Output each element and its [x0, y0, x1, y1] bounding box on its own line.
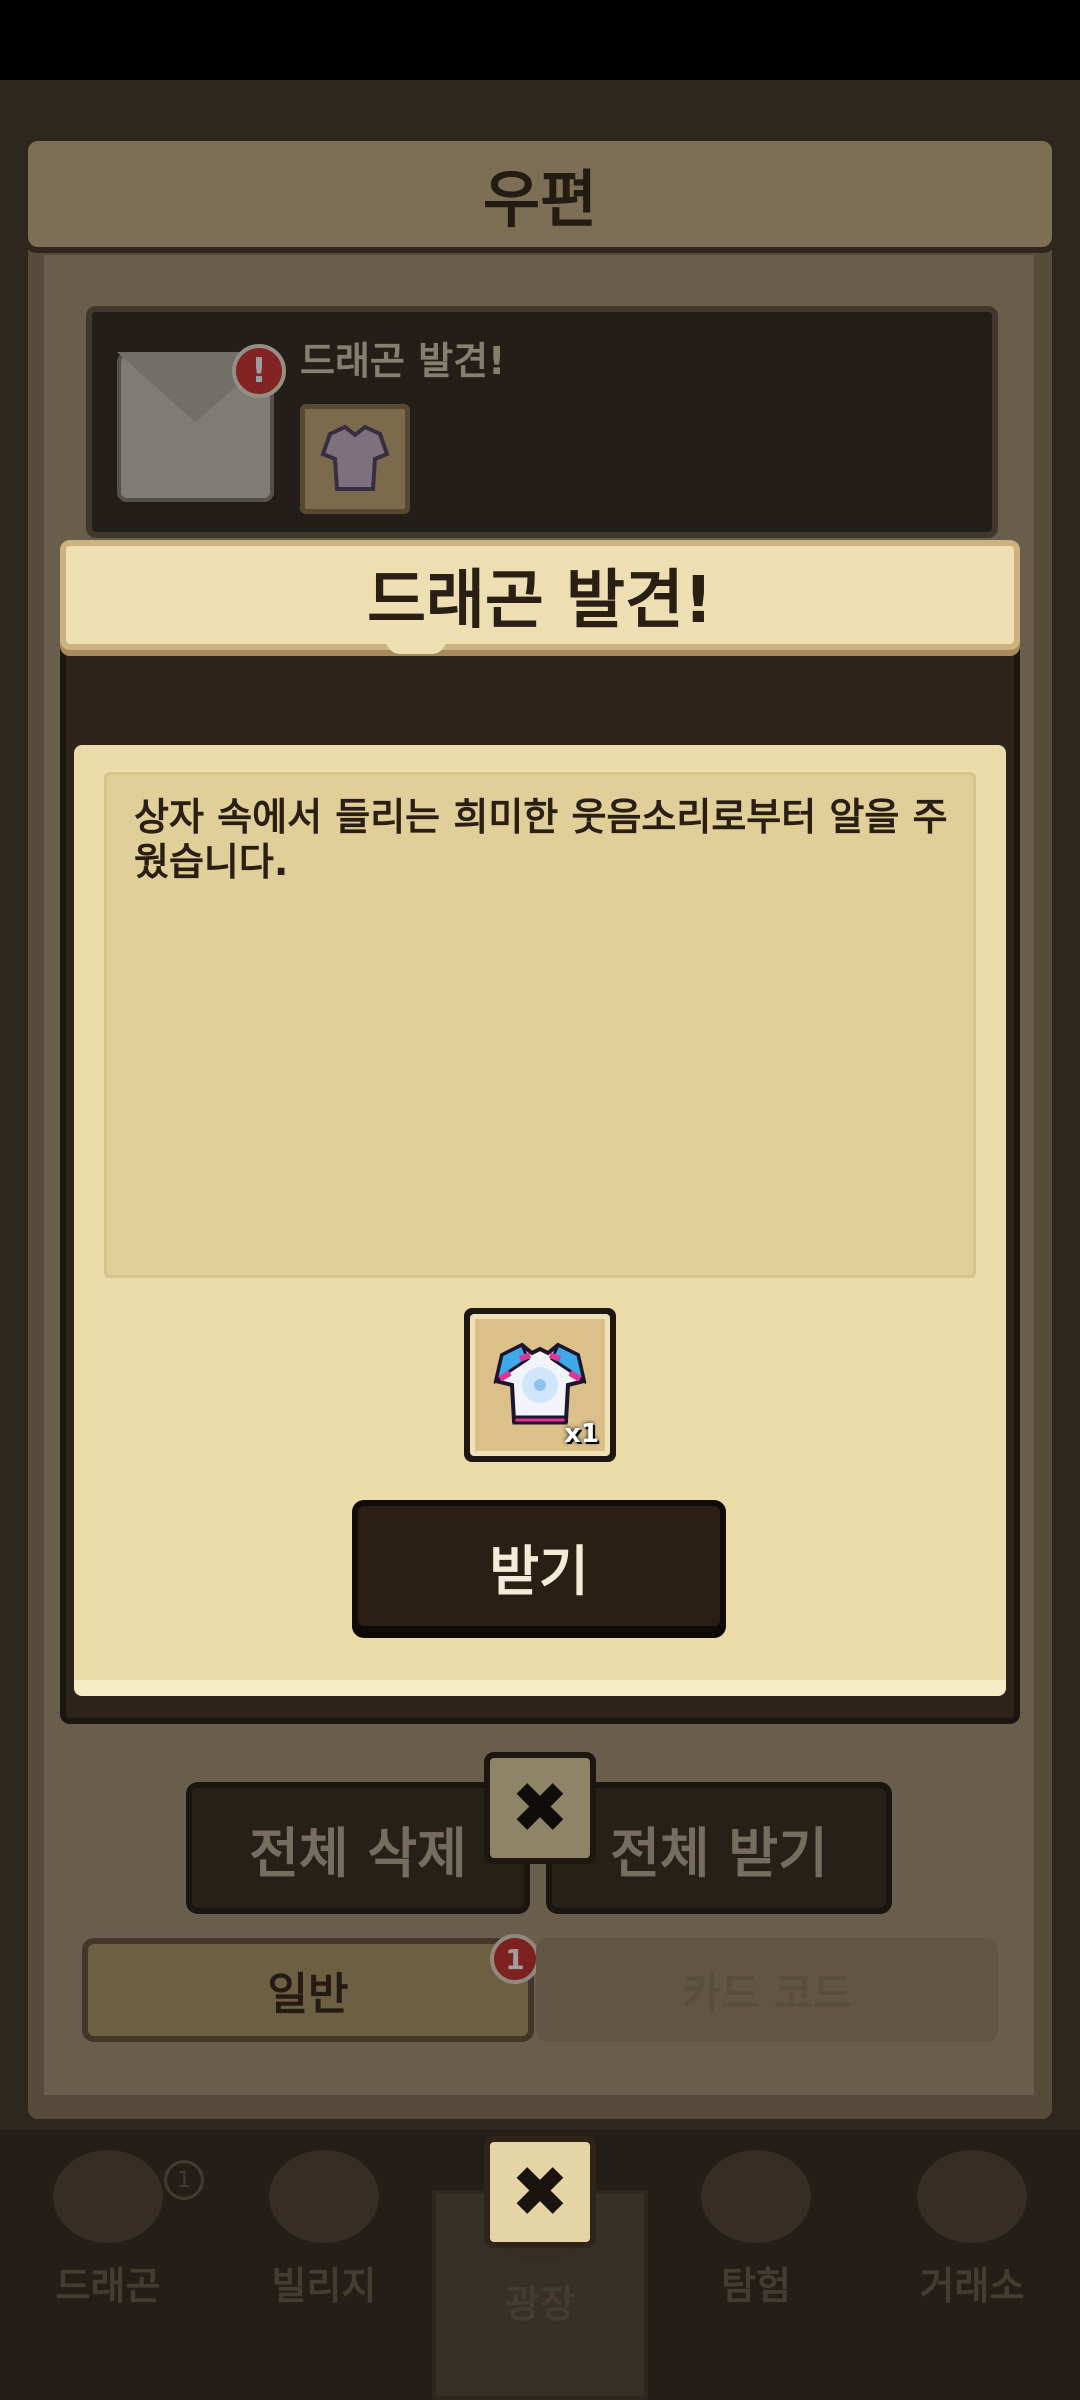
modal-paper-edge: [74, 1680, 1006, 1696]
receive-button[interactable]: 받기: [352, 1500, 726, 1632]
title-notch: [386, 640, 446, 654]
modal-title: 드래곤 발견!: [367, 564, 713, 638]
modal-title-bar: 드래곤 발견!: [60, 540, 1020, 650]
modal-message: 상자 속에서 들리는 희미한 웃음소리로부터 알을 주웠습니다.: [134, 795, 948, 884]
reward-quantity: x1: [564, 1419, 599, 1449]
status-bar: [0, 0, 1080, 80]
receive-button-label: 받기: [489, 1539, 589, 1603]
close-icon[interactable]: ✖: [484, 2136, 596, 2248]
reward-item-slot[interactable]: x1: [464, 1308, 616, 1462]
reward-item-frame: x1: [470, 1314, 610, 1456]
